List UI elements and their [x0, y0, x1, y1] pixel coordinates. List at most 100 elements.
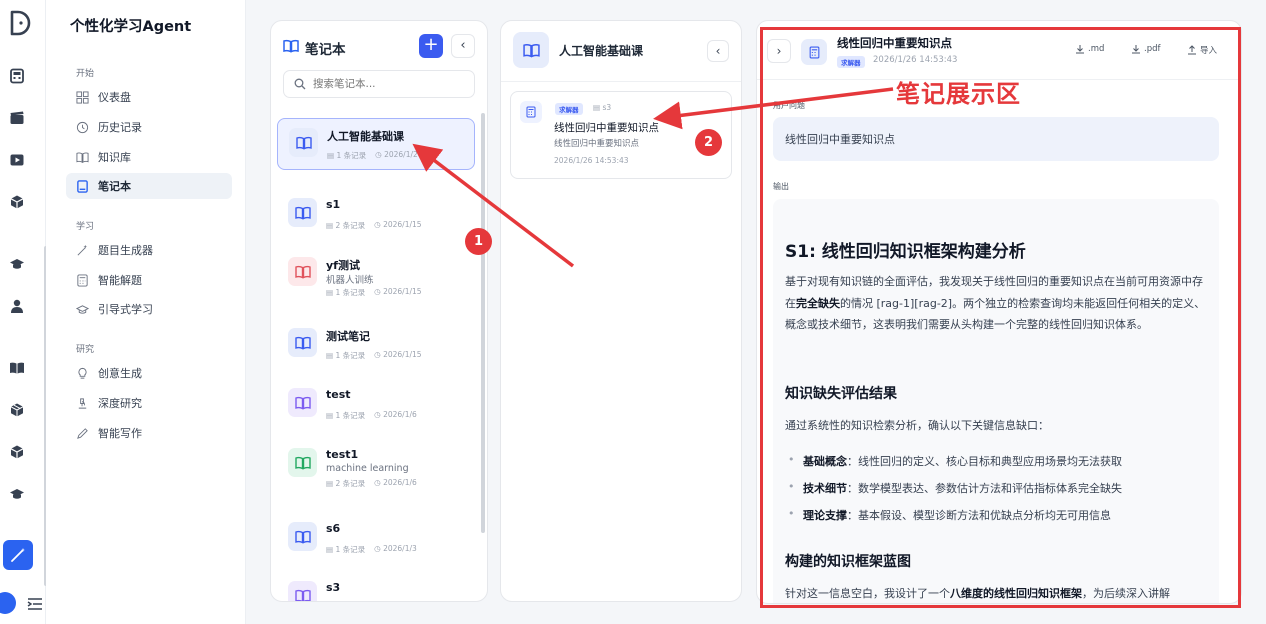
notebook-icon	[288, 257, 317, 286]
collapse-sidebar-icon[interactable]	[27, 597, 43, 611]
divider	[501, 81, 741, 82]
collapse-records-button[interactable]: ‹	[707, 40, 729, 62]
cube-icon[interactable]	[9, 194, 25, 210]
nav-item-smart-writing[interactable]: 智能写作	[66, 420, 232, 446]
app-logo-icon[interactable]	[6, 8, 34, 38]
nav-item-question-generator[interactable]: 题目生成器	[66, 237, 232, 263]
output-bullet: 技术细节：数学模型表达、参数估计方法和评估指标体系完全缺失	[788, 480, 1122, 496]
history-icon	[76, 121, 89, 133]
clapperboard-icon[interactable]	[9, 110, 25, 126]
notebook-date-text: 2026/1/15	[383, 220, 422, 229]
record-subtitle: 线性回归中重要知识点	[554, 139, 640, 149]
notebook-card[interactable]: s1 ▤ 2 条记录 ◷ 2026/1/15	[277, 189, 475, 241]
download-icon	[1132, 45, 1140, 54]
nav-item-idea-generation[interactable]: 创意生成	[66, 360, 232, 386]
nav-item-notebook[interactable]: 笔记本	[66, 173, 232, 199]
nav-item-label: 智能解题	[98, 274, 142, 287]
record-count-text: 2 条记录	[335, 479, 366, 488]
notebook-card[interactable]: test ▤ 1 条记录 ◷ 2026/1/6	[277, 379, 475, 431]
notebook-card[interactable]: 人工智能基础课 ▤ 1 条记录 ◷ 2026/1/26	[277, 118, 475, 170]
add-notebook-button[interactable]: +	[419, 34, 443, 58]
output-bullet: 基础概念：线性回归的定义、核心目标和典型应用场景均无法获取	[788, 453, 1122, 469]
collapse-panel-button[interactable]: ‹	[451, 34, 475, 58]
user-avatar[interactable]	[0, 592, 16, 614]
notebook-name: test1	[326, 448, 359, 461]
note-tag: 求解器	[837, 56, 865, 68]
notebook-icon	[288, 328, 317, 357]
output-box: S1: 线性回归知识框架构建分析 基于对现有知识链的全面评估，我发现关于线性回归…	[773, 199, 1219, 603]
notebook-meta: ▤ 1 条记录 ◷ 2026/1/3	[326, 544, 417, 555]
bold-span: 基础概念	[803, 455, 847, 468]
record-count: ▤ 1 条记录	[327, 151, 367, 160]
lightbulb-icon	[78, 367, 87, 379]
notebook-date: ◷ 2026/1/15	[374, 287, 422, 296]
upload-icon	[1188, 45, 1196, 55]
graduation-cap-icon[interactable]	[9, 486, 25, 502]
boxes-icon[interactable]	[9, 402, 25, 418]
output-heading-3: 构建的知识框架蓝图	[785, 554, 911, 570]
notebook-header-icon	[513, 32, 549, 68]
nav-item-smart-solver[interactable]: 智能解题	[66, 267, 232, 293]
notebook-name: test	[326, 388, 351, 401]
notebook-card[interactable]: yf测试 机器人训练 ▤ 1 条记录 ◷ 2026/1/15	[277, 248, 475, 300]
notebook-meta: ▤ 2 条记录 ◷ 2026/1/15	[326, 220, 422, 231]
expand-button[interactable]: ›	[767, 39, 791, 63]
book-open-icon	[522, 43, 540, 58]
notebook-name: s1	[326, 198, 341, 211]
record-title: 线性回归中重要知识点	[554, 122, 659, 134]
text-span: ：数学模型表达、参数估计方法和评估指标体系完全缺失	[847, 482, 1122, 495]
nav-item-guided-learning[interactable]: 引导式学习	[66, 296, 232, 322]
notebook-card[interactable]: s6 ▤ 1 条记录 ◷ 2026/1/3	[277, 513, 475, 565]
notebook-card[interactable]: s3▤ 1 条记录◷ 2025/12/31	[277, 572, 475, 601]
book-open-icon	[294, 456, 311, 470]
book-open-icon	[294, 336, 311, 350]
nav-item-label: 智能写作	[98, 427, 142, 440]
graduation-rail-icon[interactable]	[9, 256, 25, 272]
text-span: 针对这一信息空白，我设计了一个	[785, 587, 950, 600]
notebook-list-scrollbar[interactable]	[481, 113, 485, 533]
record-notebook-ref: ▤ s3	[593, 103, 612, 112]
notebook-card[interactable]: 测试笔记 ▤ 1 条记录 ◷ 2026/1/15	[277, 319, 475, 371]
package-icon[interactable]	[9, 444, 25, 460]
record-count: ▤ 1 条记录	[326, 288, 366, 297]
video-icon[interactable]	[9, 152, 25, 168]
nav-item-deep-research[interactable]: 深度研究	[66, 390, 232, 416]
bold-span: 技术细节	[803, 482, 847, 495]
record-count: ▤ 1 条记录	[326, 411, 366, 420]
records-panel-title: 人工智能基础课	[559, 44, 644, 58]
record-count-text: 1 条记录	[335, 351, 366, 360]
user-icon[interactable]	[9, 298, 25, 314]
search-input[interactable]	[313, 78, 463, 90]
grid-icon	[76, 90, 89, 104]
notebook-card[interactable]: test1 machine learning ▤ 2 条记录 ◷ 2026/1/6	[277, 439, 475, 491]
nav-item-history[interactable]: 历史记录	[66, 114, 232, 140]
notebook-name: 人工智能基础课	[327, 130, 404, 143]
notebook-list-panel: 笔记本 + ‹ 人工智能基础课 ▤ 1 条记录 ◷ 2026/1/26 s1 ▤ 2 条…	[270, 20, 488, 602]
question-label: 用户问题	[773, 101, 805, 110]
export-md-button[interactable]: .md	[1075, 44, 1104, 54]
notebook-icon	[288, 448, 317, 477]
nav-item-label: 创意生成	[98, 367, 142, 380]
notebook-icon	[288, 581, 317, 601]
notebook-date: ◷ 2026/1/26	[375, 150, 423, 159]
notebook-icon	[77, 179, 88, 193]
nav-section-learn: 学习	[76, 222, 95, 232]
export-md-label: .md	[1088, 44, 1105, 54]
notebook-search[interactable]	[283, 70, 475, 98]
notebook-date-text: 2026/1/3	[383, 544, 417, 553]
export-pdf-label: .pdf	[1144, 44, 1161, 54]
nav-item-dashboard[interactable]: 仪表盘	[66, 84, 232, 110]
nav-item-knowledge-base[interactable]: 知识库	[66, 144, 232, 170]
chevron-left-icon: ‹	[460, 38, 466, 53]
notebook-name: s3	[326, 581, 341, 594]
nav-section-research: 研究	[76, 345, 95, 355]
calculator-rail-icon[interactable]	[9, 68, 25, 84]
record-count: ▤ 1 条记录	[326, 351, 366, 360]
import-button[interactable]: 导入	[1187, 44, 1217, 56]
notebook-date: ◷ 2026/1/6	[374, 478, 417, 487]
open-book-icon[interactable]	[9, 360, 25, 376]
magic-wand-button[interactable]	[3, 540, 33, 570]
export-pdf-button[interactable]: .pdf	[1131, 44, 1161, 54]
output-label: 输出	[773, 182, 789, 191]
record-count: ▤ 2 条记录	[326, 221, 366, 230]
